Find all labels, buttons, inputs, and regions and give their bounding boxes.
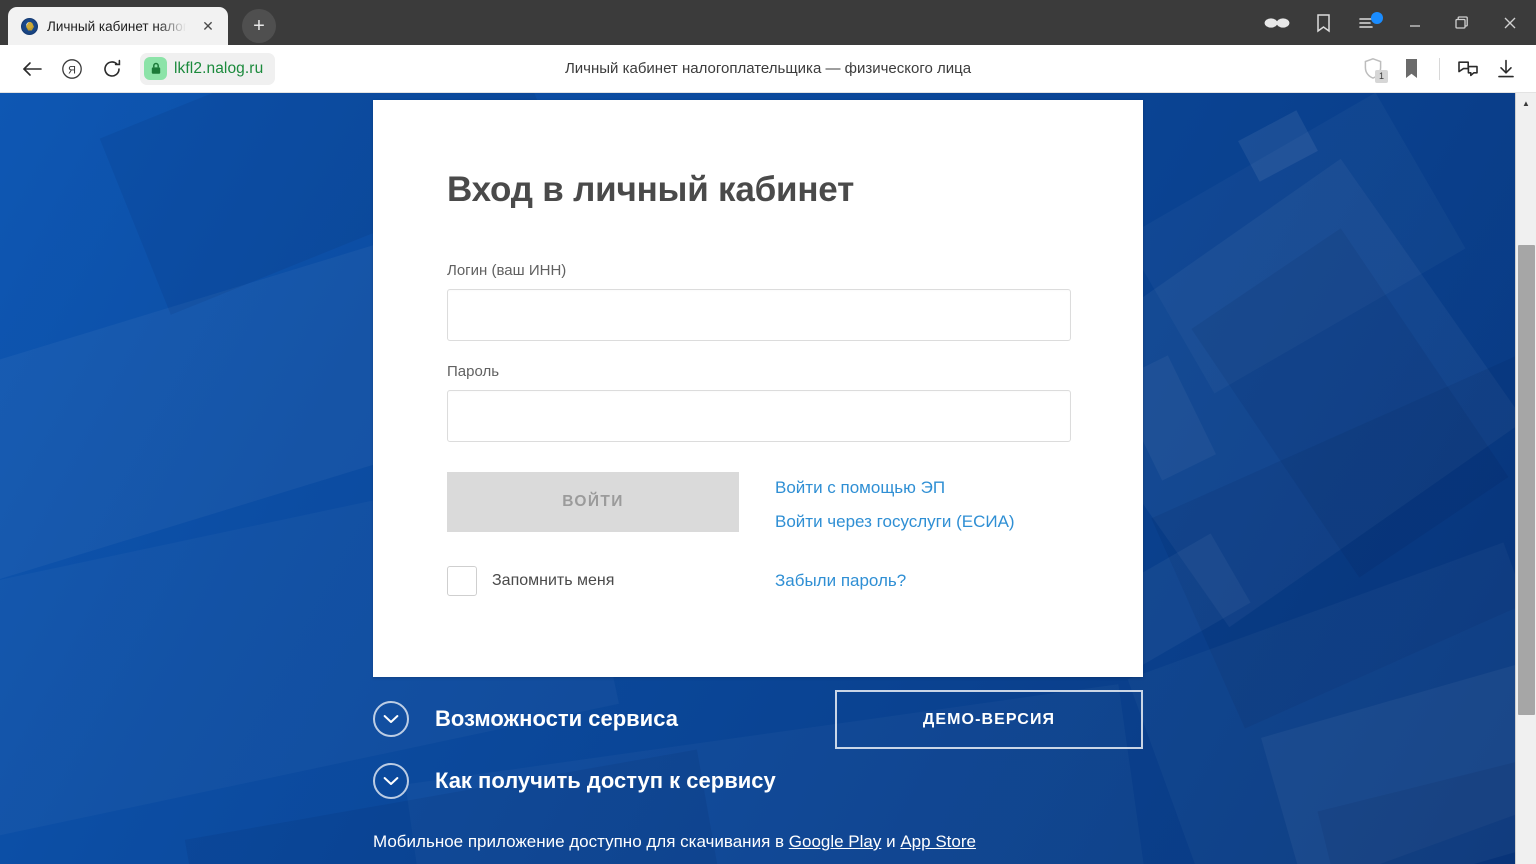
tab-groups-icon[interactable]	[1450, 51, 1486, 87]
alternate-login-links: Войти с помощью ЭП Войти через госуслуги…	[775, 472, 1015, 532]
toolbar-divider	[1439, 57, 1440, 80]
yandex-icon[interactable]: Я	[54, 51, 90, 87]
login-card: Вход в личный кабинет Логин (ваш ИНН) Па…	[373, 100, 1143, 677]
login-submit-button[interactable]: ВОЙТИ	[447, 472, 739, 532]
shield-icon[interactable]: 1	[1355, 51, 1391, 87]
page-viewport: Вход в личный кабинет Логин (ваш ИНН) Па…	[0, 93, 1536, 864]
accordion-label: Как получить доступ к сервису	[435, 768, 776, 793]
glasses-icon[interactable]	[1254, 0, 1300, 45]
login-options-row: Запомнить меня Забыли пароль?	[447, 566, 1069, 596]
google-play-link[interactable]: Google Play	[789, 832, 882, 851]
lock-icon	[144, 57, 167, 80]
app-store-link[interactable]: App Store	[900, 832, 976, 851]
tab-strip: Личный кабинет налог ✕ +	[0, 0, 1536, 45]
password-field-label: Пароль	[447, 363, 500, 380]
nalog-emblem-icon	[21, 17, 38, 35]
accordion-item-access[interactable]: Как получить доступ к сервису	[373, 750, 1143, 812]
shield-badge: 1	[1375, 69, 1388, 83]
browser-window: Личный кабинет налог ✕ + Я lkfl2.nalog.r…	[0, 0, 1536, 864]
url-text: lkfl2.nalog.ru	[174, 59, 264, 77]
demo-version-button[interactable]: ДЕМО-ВЕРСИЯ	[835, 690, 1143, 749]
remember-me-label: Запомнить меня	[492, 572, 615, 589]
forgot-password-link[interactable]: Забыли пароль?	[775, 571, 906, 591]
minimize-button[interactable]	[1392, 0, 1438, 45]
login-field-label: Логин (ваш ИНН)	[447, 262, 567, 279]
login-heading: Вход в личный кабинет	[447, 170, 855, 209]
new-tab-button[interactable]: +	[242, 9, 276, 43]
login-field-group: Логин (ваш ИНН)	[447, 262, 1071, 341]
remember-me-group[interactable]: Запомнить меня	[447, 566, 739, 596]
close-icon[interactable]: ✕	[198, 16, 218, 36]
back-arrow-icon[interactable]	[14, 51, 50, 87]
chevron-down-icon	[373, 763, 409, 799]
page-scrollbar[interactable]: ▲	[1515, 93, 1536, 864]
mobile-app-conjunction: и	[881, 832, 901, 851]
mobile-app-prefix: Мобильное приложение доступно для скачив…	[373, 832, 789, 851]
reload-icon[interactable]	[94, 51, 130, 87]
bookmark-collections-icon[interactable]	[1300, 0, 1346, 45]
close-window-button[interactable]	[1484, 0, 1536, 45]
login-with-eds-link[interactable]: Войти с помощью ЭП	[775, 478, 1015, 498]
mobile-app-note: Мобильное приложение доступно для скачив…	[373, 832, 1143, 852]
browser-toolbar: Я lkfl2.nalog.ru Личный кабинет налогопл…	[0, 45, 1536, 93]
menu-icon[interactable]	[1346, 0, 1392, 45]
download-icon[interactable]	[1488, 51, 1524, 87]
maximize-button[interactable]	[1438, 0, 1484, 45]
login-with-gosuslugi-link[interactable]: Войти через госуслуги (ЕСИА)	[775, 512, 1015, 532]
scroll-up-arrow-icon[interactable]: ▲	[1516, 93, 1536, 113]
address-bar[interactable]: lkfl2.nalog.ru	[140, 52, 276, 85]
login-actions: ВОЙТИ Войти с помощью ЭП Войти через гос…	[447, 472, 1069, 532]
svg-text:Я: Я	[68, 64, 76, 76]
chevron-down-icon	[373, 701, 409, 737]
toolbar-right-icons: 1	[1355, 51, 1524, 87]
remember-me-checkbox[interactable]	[447, 566, 477, 596]
password-input[interactable]	[447, 390, 1071, 442]
accordion-label: Возможности сервиса	[435, 706, 678, 731]
browser-tab[interactable]: Личный кабинет налог ✕	[8, 7, 228, 45]
menu-notification-dot	[1371, 12, 1383, 24]
bookmark-icon[interactable]	[1393, 51, 1429, 87]
login-input[interactable]	[447, 289, 1071, 341]
tab-title: Личный кабинет налог	[47, 18, 188, 34]
scrollbar-thumb[interactable]	[1518, 245, 1535, 715]
password-field-group: Пароль	[447, 363, 1071, 442]
below-card-section: Возможности сервиса Как получить доступ …	[373, 688, 1143, 852]
window-controls	[1254, 0, 1536, 45]
